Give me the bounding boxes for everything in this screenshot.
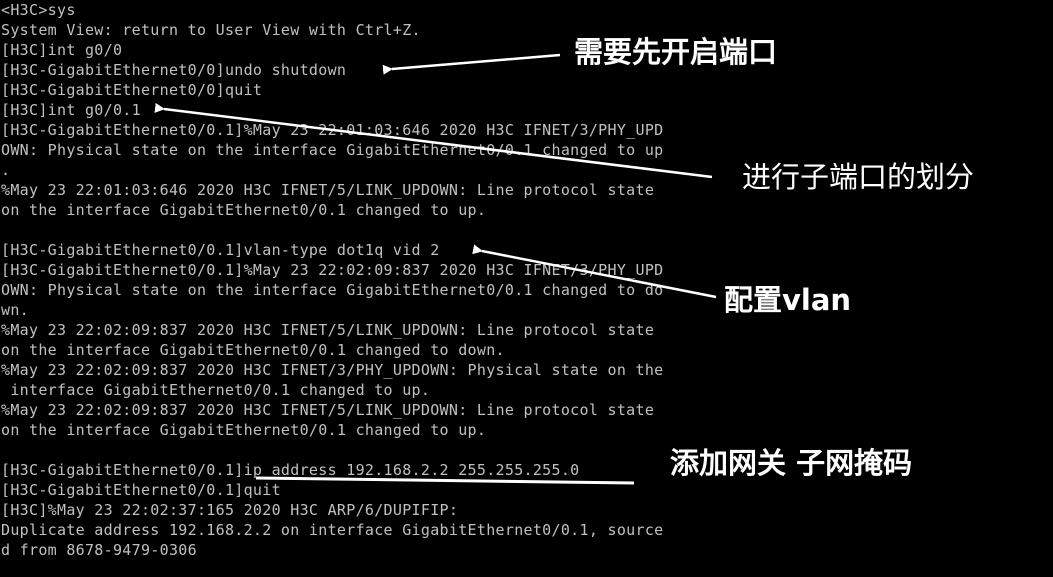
- terminal-line: [H3C]%May 23 22:02:37:165 2020 H3C ARP/6…: [1, 501, 459, 519]
- terminal-line: on the interface GigabitEthernet0/0.1 ch…: [1, 421, 487, 439]
- terminal-line: %May 23 22:01:03:646 2020 H3C IFNET/5/LI…: [1, 181, 655, 199]
- terminal-line: %May 23 22:02:09:837 2020 H3C IFNET/3/PH…: [1, 361, 664, 379]
- terminal-line: [H3C]int g0/0: [1, 41, 123, 59]
- terminal-line: [H3C-GigabitEthernet0/0.1]quit: [1, 481, 281, 499]
- terminal-line: [H3C-GigabitEthernet0/0.1]vlan-type dot1…: [1, 241, 440, 259]
- terminal-line: [H3C]int g0/0.1: [1, 101, 141, 119]
- terminal-line: [H3C-GigabitEthernet0/0.1]ip address 192…: [1, 461, 580, 479]
- terminal-line: [H3C-GigabitEthernet0/0]quit: [1, 81, 263, 99]
- terminal-line: [H3C-GigabitEthernet0/0]undo shutdown: [1, 61, 347, 79]
- terminal-window[interactable]: <H3C>sys System View: return to User Vie…: [0, 0, 1053, 577]
- terminal-line: Duplicate address 192.168.2.2 on interfa…: [1, 521, 664, 539]
- terminal-line: [H3C-GigabitEthernet0/0.1]%May 23 22:02:…: [1, 261, 664, 279]
- terminal-line: wn.: [1, 301, 29, 319]
- terminal-line: <H3C>sys: [1, 1, 76, 19]
- annotation-gateway-mask: 添加网关 子网掩码: [670, 446, 913, 480]
- terminal-line: %May 23 22:02:09:837 2020 H3C IFNET/5/LI…: [1, 321, 655, 339]
- terminal-line: OWN: Physical state on the interface Gig…: [1, 141, 664, 159]
- terminal-line: [H3C-GigabitEthernet0/0.1]%May 23 22:01:…: [1, 121, 664, 139]
- terminal-line: .: [1, 161, 11, 179]
- annotation-enable-port: 需要先开启端口: [574, 35, 778, 69]
- annotation-config-vlan: 配置vlan: [724, 283, 852, 317]
- terminal-line: on the interface GigabitEthernet0/0.1 ch…: [1, 201, 487, 219]
- annotation-subinterface: 进行子端口的划分: [742, 160, 975, 194]
- terminal-line: OWN: Physical state on the interface Gig…: [1, 281, 664, 299]
- terminal-line: d from 8678-9479-0306: [1, 541, 197, 559]
- terminal-line: %May 23 22:02:09:837 2020 H3C IFNET/5/LI…: [1, 401, 655, 419]
- terminal-line: on the interface GigabitEthernet0/0.1 ch…: [1, 341, 505, 359]
- terminal-line: interface GigabitEthernet0/0.1 changed t…: [1, 381, 431, 399]
- terminal-line: System View: return to User View with Ct…: [1, 21, 421, 39]
